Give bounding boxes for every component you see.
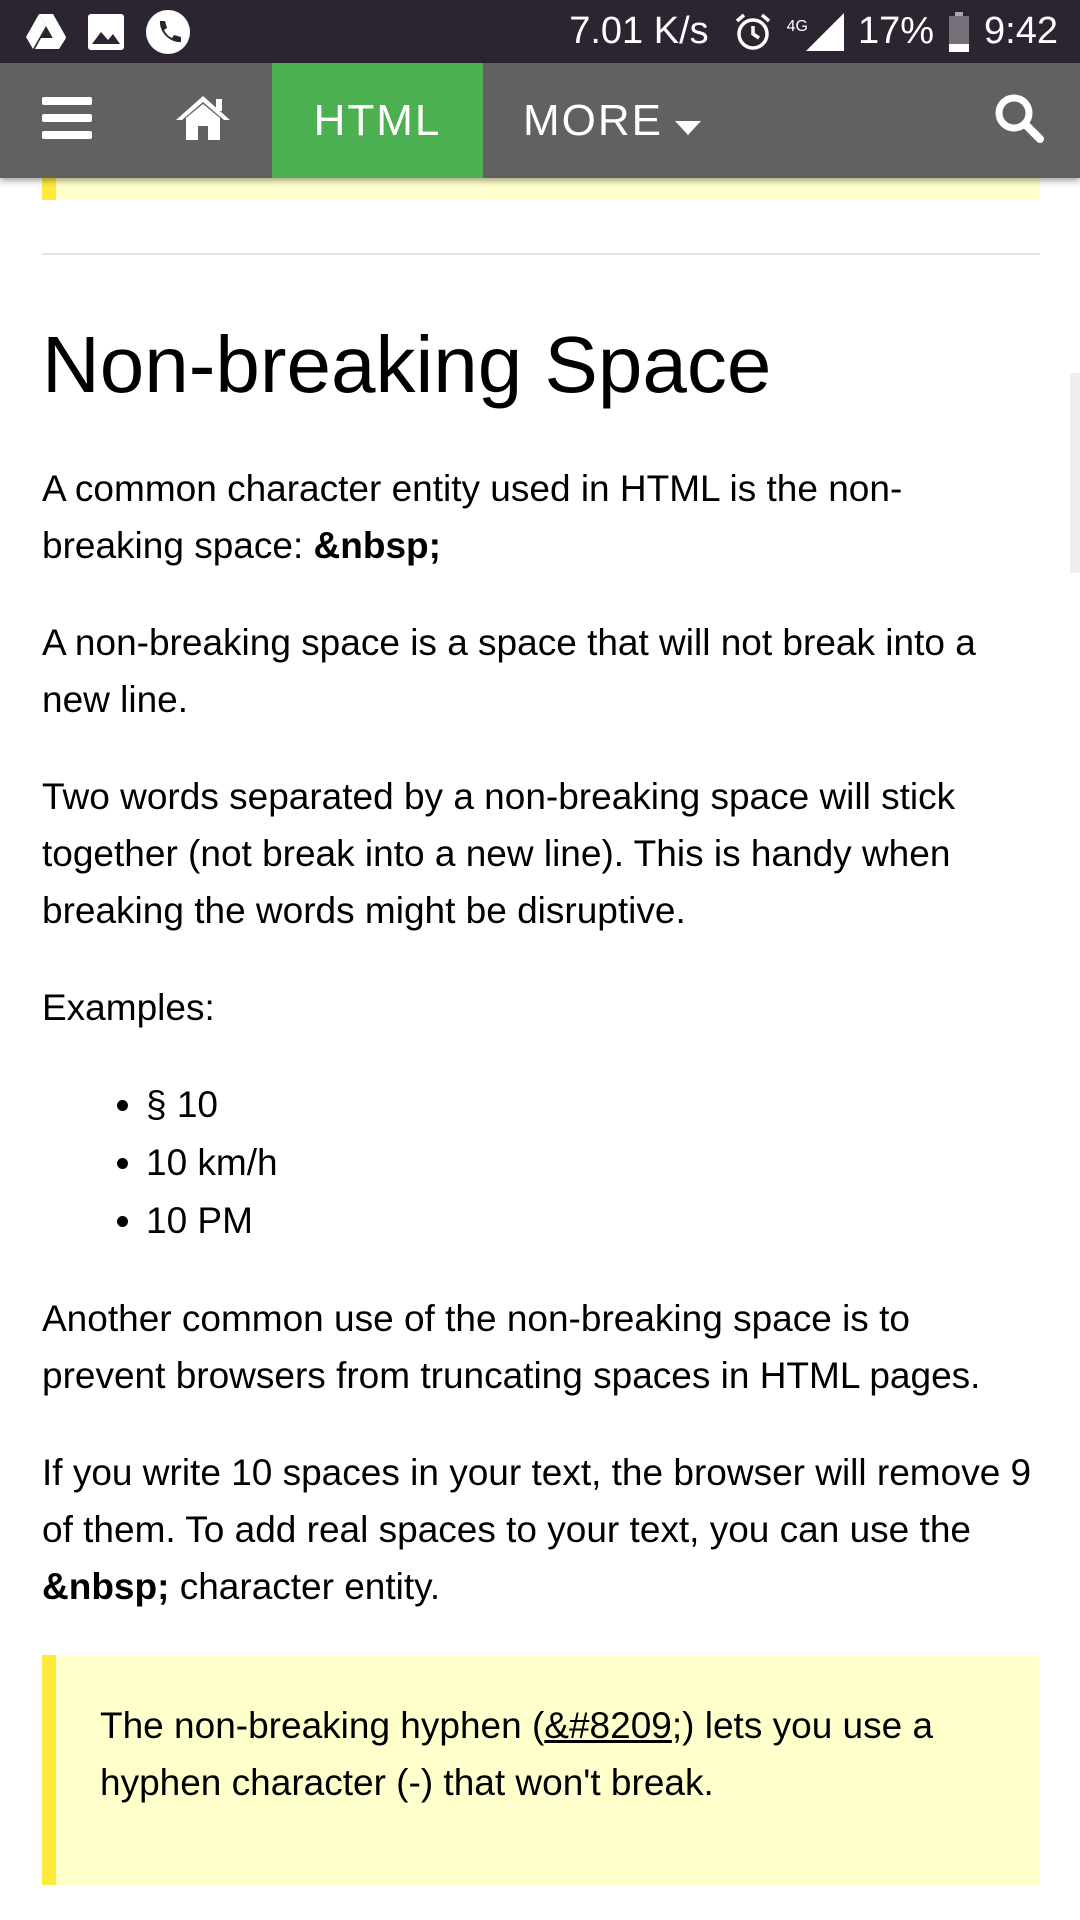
nbsp-entity-bold: &nbsp; — [313, 525, 441, 566]
intro-text: A common character entity used in HTML i… — [42, 468, 903, 566]
list-item: 10 PM — [146, 1192, 1040, 1250]
note-text: The non-breaking hyphen (&#8209;) lets y… — [100, 1697, 996, 1811]
examples-list: § 10 10 km/h 10 PM — [42, 1076, 1040, 1250]
network-type: 4G — [786, 18, 808, 35]
phone-icon — [146, 9, 190, 54]
home-button[interactable] — [134, 63, 272, 178]
battery-icon — [948, 11, 970, 52]
battery-level: 17% — [857, 10, 935, 52]
note-text-start: The non-breaking hyphen ( — [100, 1705, 545, 1746]
search-button[interactable] — [958, 63, 1080, 178]
paragraph-definition: A non-breaking space is a space that wil… — [42, 622, 976, 720]
article-content: Non-breaking Space A common character en… — [42, 310, 1040, 1885]
drive-icon — [26, 13, 66, 50]
signal-icon — [805, 12, 844, 51]
menu-icon — [42, 97, 92, 144]
clock: 9:42 — [984, 10, 1058, 52]
search-icon — [994, 93, 1044, 148]
more-menu-button[interactable]: MORE — [483, 63, 701, 178]
caret-down-icon — [675, 96, 701, 146]
page-scrollbar[interactable] — [1070, 373, 1080, 573]
spaces-text-end: character entity. — [169, 1566, 441, 1607]
more-label: MORE — [523, 95, 663, 145]
alarm-icon — [733, 12, 773, 52]
list-item: § 10 — [146, 1076, 1040, 1134]
status-right: 7.01 K/s 4G 17% 9:42 — [569, 10, 1058, 53]
list-item: 10 km/h — [146, 1134, 1040, 1192]
paragraph-spaces: If you write 10 spaces in your text, the… — [42, 1444, 1040, 1615]
navbar-spacer — [701, 63, 958, 178]
menu-button[interactable] — [0, 63, 134, 178]
paragraph-truncation: Another common use of the non-breaking s… — [42, 1298, 981, 1396]
spaces-text: If you write 10 spaces in your text, the… — [42, 1452, 1032, 1550]
note-box: The non-breaking hyphen (&#8209;) lets y… — [42, 1655, 1040, 1885]
gallery-icon — [88, 13, 124, 50]
status-left-icons — [26, 9, 190, 54]
status-bar: 7.01 K/s 4G 17% 9:42 — [0, 0, 1080, 63]
nbsp-entity-bold: &nbsp; — [42, 1566, 170, 1607]
network-speed: 7.01 K/s — [569, 10, 709, 52]
section-title: Non-breaking Space — [42, 320, 772, 409]
examples-label: Examples: — [42, 987, 215, 1028]
top-navbar: HTML MORE — [0, 63, 1080, 178]
html-tab[interactable]: HTML — [272, 63, 483, 178]
nbhyphen-entity-link[interactable]: &#8209 — [544, 1705, 672, 1746]
home-icon — [176, 96, 230, 145]
paragraph-intro: A common character entity used in HTML i… — [42, 460, 1040, 574]
paragraph-usage: Two words separated by a non-breaking sp… — [42, 776, 956, 931]
section-divider — [42, 253, 1040, 255]
